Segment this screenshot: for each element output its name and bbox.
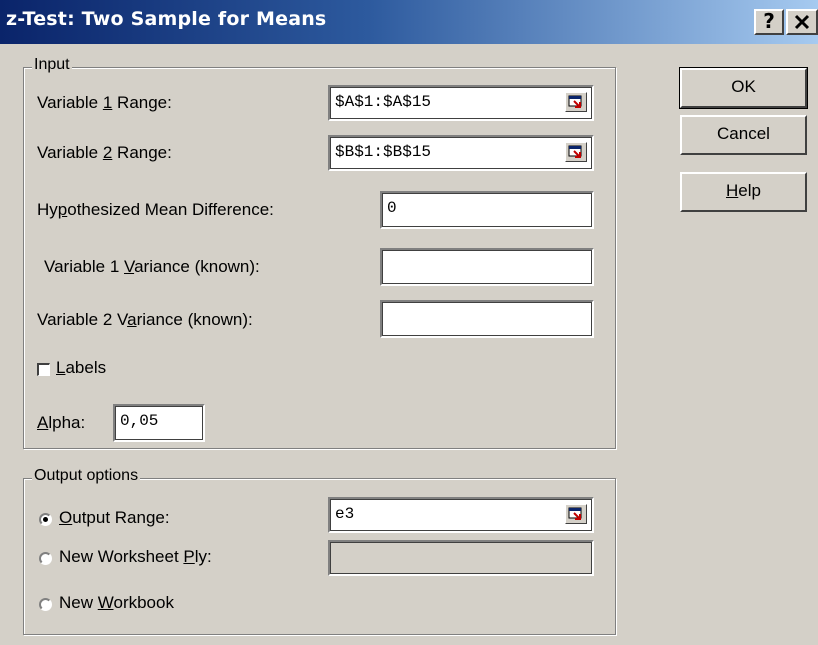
alpha-label: Alpha: [37,413,86,432]
collapse-dialog-icon [568,507,582,520]
alpha-input[interactable]: 0,05 [113,404,205,442]
hyp-mean-diff-input[interactable]: 0 [380,191,594,229]
var2-variance-label: Variable 2 Variance (known): [37,310,253,329]
help-button[interactable]: Help [680,172,807,212]
output-range-label[interactable]: Output Range: [59,508,170,528]
output-range-picker-button[interactable] [565,504,587,524]
var2-variance-input[interactable] [380,300,594,338]
new-worksheet-label[interactable]: New Worksheet Ply: [59,547,212,567]
var1-range-input[interactable]: $A$1:$A$15 [328,85,594,121]
window-title: z-Test: Two Sample for Means [6,8,327,30]
var2-range-picker-button[interactable] [565,142,587,162]
output-range-input[interactable]: e3 [328,497,594,533]
close-icon [794,14,810,30]
new-workbook-label[interactable]: New Workbook [59,593,174,613]
collapse-dialog-icon [568,145,582,158]
cancel-button[interactable]: Cancel [680,115,807,155]
input-group-title: Input [32,56,72,74]
new-worksheet-radio[interactable] [39,552,52,565]
var1-range-picker-button[interactable] [565,92,587,112]
close-button[interactable] [786,9,818,35]
collapse-dialog-icon [568,95,582,108]
output-range-radio[interactable] [39,513,52,526]
labels-checkbox-label[interactable]: Labels [56,358,106,378]
var1-range-label: Variable 1 Range: [37,93,172,112]
help-title-button[interactable]: ? [754,9,784,35]
ztest-dialog: z-Test: Two Sample for Means ? Input Var… [0,0,818,645]
var1-variance-label: Variable 1 Variance (known): [44,257,260,276]
radio-selected-dot [43,517,48,522]
title-bar[interactable]: z-Test: Two Sample for Means ? [0,0,818,44]
var2-range-input[interactable]: $B$1:$B$15 [328,135,594,171]
output-options-title: Output options [32,467,141,485]
var2-range-label: Variable 2 Range: [37,143,172,162]
ok-button[interactable]: OK [679,67,808,109]
labels-checkbox[interactable] [37,363,50,376]
hyp-mean-diff-label: Hypothesized Mean Difference: [37,200,274,219]
var1-variance-input[interactable] [380,248,594,286]
new-workbook-radio[interactable] [39,598,52,611]
new-worksheet-input[interactable] [328,540,594,576]
